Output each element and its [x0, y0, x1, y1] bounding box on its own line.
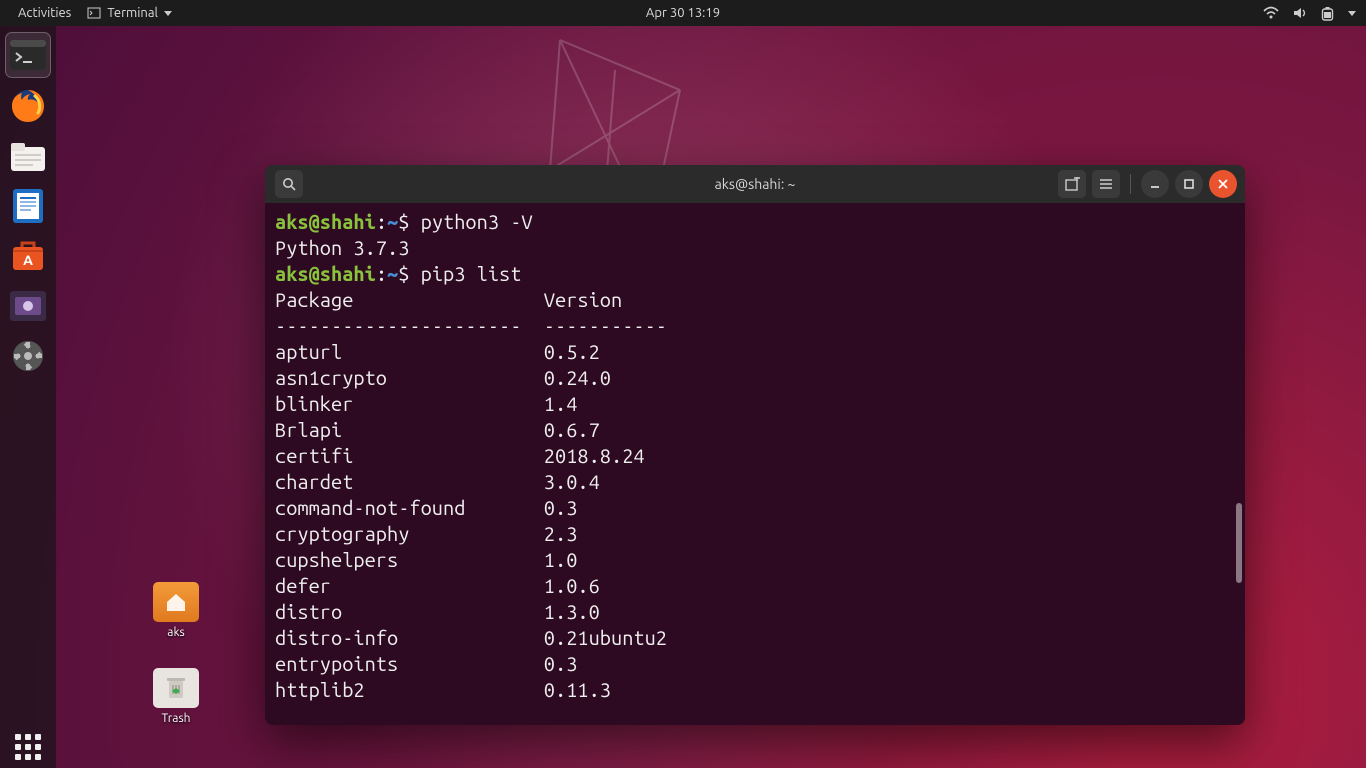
minimize-button[interactable]: [1141, 170, 1169, 198]
dock-item-settings[interactable]: [6, 334, 50, 378]
screenshot-icon: [10, 291, 46, 321]
hamburger-icon: [1099, 178, 1113, 190]
svg-text:A: A: [23, 252, 33, 268]
software-icon: A: [10, 239, 46, 273]
writer-icon: [11, 187, 45, 225]
desktop-icon-home[interactable]: aks: [140, 582, 212, 639]
titlebar-separator: [1130, 174, 1131, 194]
dock-item-screenshot[interactable]: [6, 284, 50, 328]
close-button[interactable]: [1209, 170, 1237, 198]
search-button[interactable]: [275, 170, 303, 198]
close-icon: [1217, 178, 1229, 190]
desktop-icon-trash-label: Trash: [140, 712, 212, 725]
clock-label: Apr 30 13:19: [646, 6, 720, 20]
terminal-titlebar[interactable]: aks@shahi: ~: [265, 165, 1245, 203]
dock-item-writer[interactable]: [6, 184, 50, 228]
show-applications-button[interactable]: [0, 734, 56, 760]
firefox-icon: [9, 87, 47, 125]
maximize-icon: [1183, 178, 1195, 190]
settings-icon: [11, 339, 45, 373]
dock-item-software[interactable]: A: [6, 234, 50, 278]
dock-item-files[interactable]: [6, 134, 50, 178]
desktop-icon-trash[interactable]: Trash: [140, 668, 212, 725]
new-tab-icon: [1065, 177, 1080, 192]
clock-button[interactable]: Apr 30 13:19: [0, 6, 1366, 20]
terminal-title: aks@shahi: ~: [715, 176, 796, 192]
folder-home-icon: [153, 582, 199, 622]
top-panel: Activities Terminal Apr 30 13:19: [0, 0, 1366, 26]
terminal-body[interactable]: aks@shahi:~$ python3 -V Python 3.7.3 aks…: [265, 203, 1245, 725]
search-icon: [282, 177, 297, 192]
apps-grid-icon: [15, 734, 41, 760]
minimize-icon: [1149, 178, 1161, 190]
new-tab-button[interactable]: [1058, 170, 1086, 198]
files-icon: [10, 140, 46, 172]
terminal-window: aks@shahi: ~ aks@shahi:~$ python3 -V Pyt…: [265, 165, 1245, 725]
terminal-icon: [10, 40, 46, 70]
scrollbar-thumb[interactable]: [1236, 503, 1242, 583]
hamburger-menu-button[interactable]: [1092, 170, 1120, 198]
maximize-button[interactable]: [1175, 170, 1203, 198]
desktop-icon-home-label: aks: [140, 626, 212, 639]
trash-icon: [153, 668, 199, 708]
terminal-output: aks@shahi:~$ python3 -V Python 3.7.3 aks…: [275, 209, 1235, 703]
dock-item-firefox[interactable]: [6, 84, 50, 128]
launcher-dock: A: [0, 26, 56, 768]
dock-item-terminal[interactable]: [5, 32, 51, 78]
